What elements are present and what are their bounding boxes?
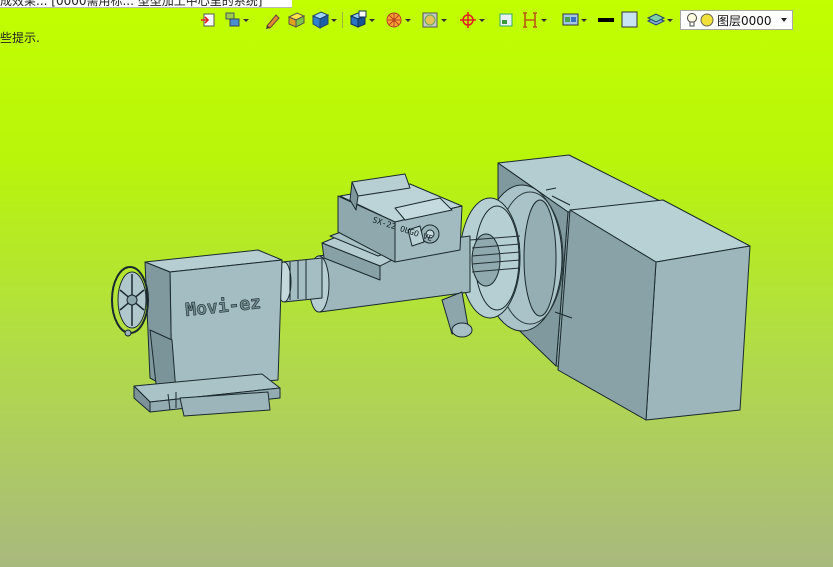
line-color-button[interactable] [596, 9, 616, 31]
fit-window-button[interactable] [496, 9, 516, 31]
status-hint: 些提示. [0, 31, 40, 45]
layer-visible-dot-icon [700, 13, 714, 27]
render-mode-button[interactable] [384, 9, 412, 31]
snap-target-button[interactable] [458, 9, 486, 31]
layer-stack-icon [646, 13, 666, 26]
display-settings-icon [562, 13, 579, 26]
sphere-dropdown[interactable] [440, 9, 448, 31]
tailstock[interactable]: Movi-ez [133, 249, 283, 417]
line-color-icon [598, 18, 614, 22]
layer-select-value: 图层0000 [717, 13, 772, 28]
cube-view-dropdown[interactable] [368, 9, 376, 31]
light-bulb-icon [687, 13, 697, 27]
snap-target-icon [460, 12, 476, 28]
cube-shaded-icon [311, 11, 330, 29]
layer-select[interactable]: 图层0000 [680, 10, 793, 30]
box-shade-icon [287, 12, 306, 28]
hand-wheel[interactable] [111, 266, 149, 337]
toolbar-separator [342, 12, 343, 28]
fill-color-icon [621, 11, 638, 28]
plane-tools-icon [225, 12, 240, 27]
section-icon [523, 12, 537, 28]
cube-view-icon [349, 10, 367, 28]
pen-edit-button[interactable] [262, 9, 282, 31]
render-mode-icon [386, 12, 402, 28]
fit-window-icon [499, 13, 513, 27]
cad-viewport[interactable]: SX-22 OUGO VE Movi-ez [0, 0, 833, 567]
chevron-down-icon[interactable] [781, 18, 787, 22]
cube-shaded-dropdown[interactable] [330, 9, 338, 31]
display-settings-button[interactable] [560, 9, 588, 31]
pen-edit-icon [266, 14, 280, 29]
snap-target-dropdown[interactable] [478, 9, 486, 31]
exit-sketch-icon [201, 13, 215, 27]
render-mode-dropdown[interactable] [404, 9, 412, 31]
fill-color-button[interactable] [620, 9, 640, 31]
layer-stack-button[interactable] [646, 9, 674, 31]
layer-stack-dropdown[interactable] [666, 9, 674, 31]
box-shade-button[interactable] [286, 9, 306, 31]
plane-tools-dropdown[interactable] [242, 9, 250, 31]
sphere-button[interactable] [420, 9, 448, 31]
section-button[interactable] [520, 9, 548, 31]
sphere-icon [422, 12, 438, 28]
cube-shaded-button[interactable] [310, 9, 338, 31]
section-dropdown[interactable] [540, 9, 548, 31]
cube-view-button[interactable] [348, 9, 376, 31]
display-settings-dropdown[interactable] [580, 9, 588, 31]
plane-tools-button[interactable] [222, 9, 250, 31]
exit-sketch-button[interactable] [198, 9, 218, 31]
